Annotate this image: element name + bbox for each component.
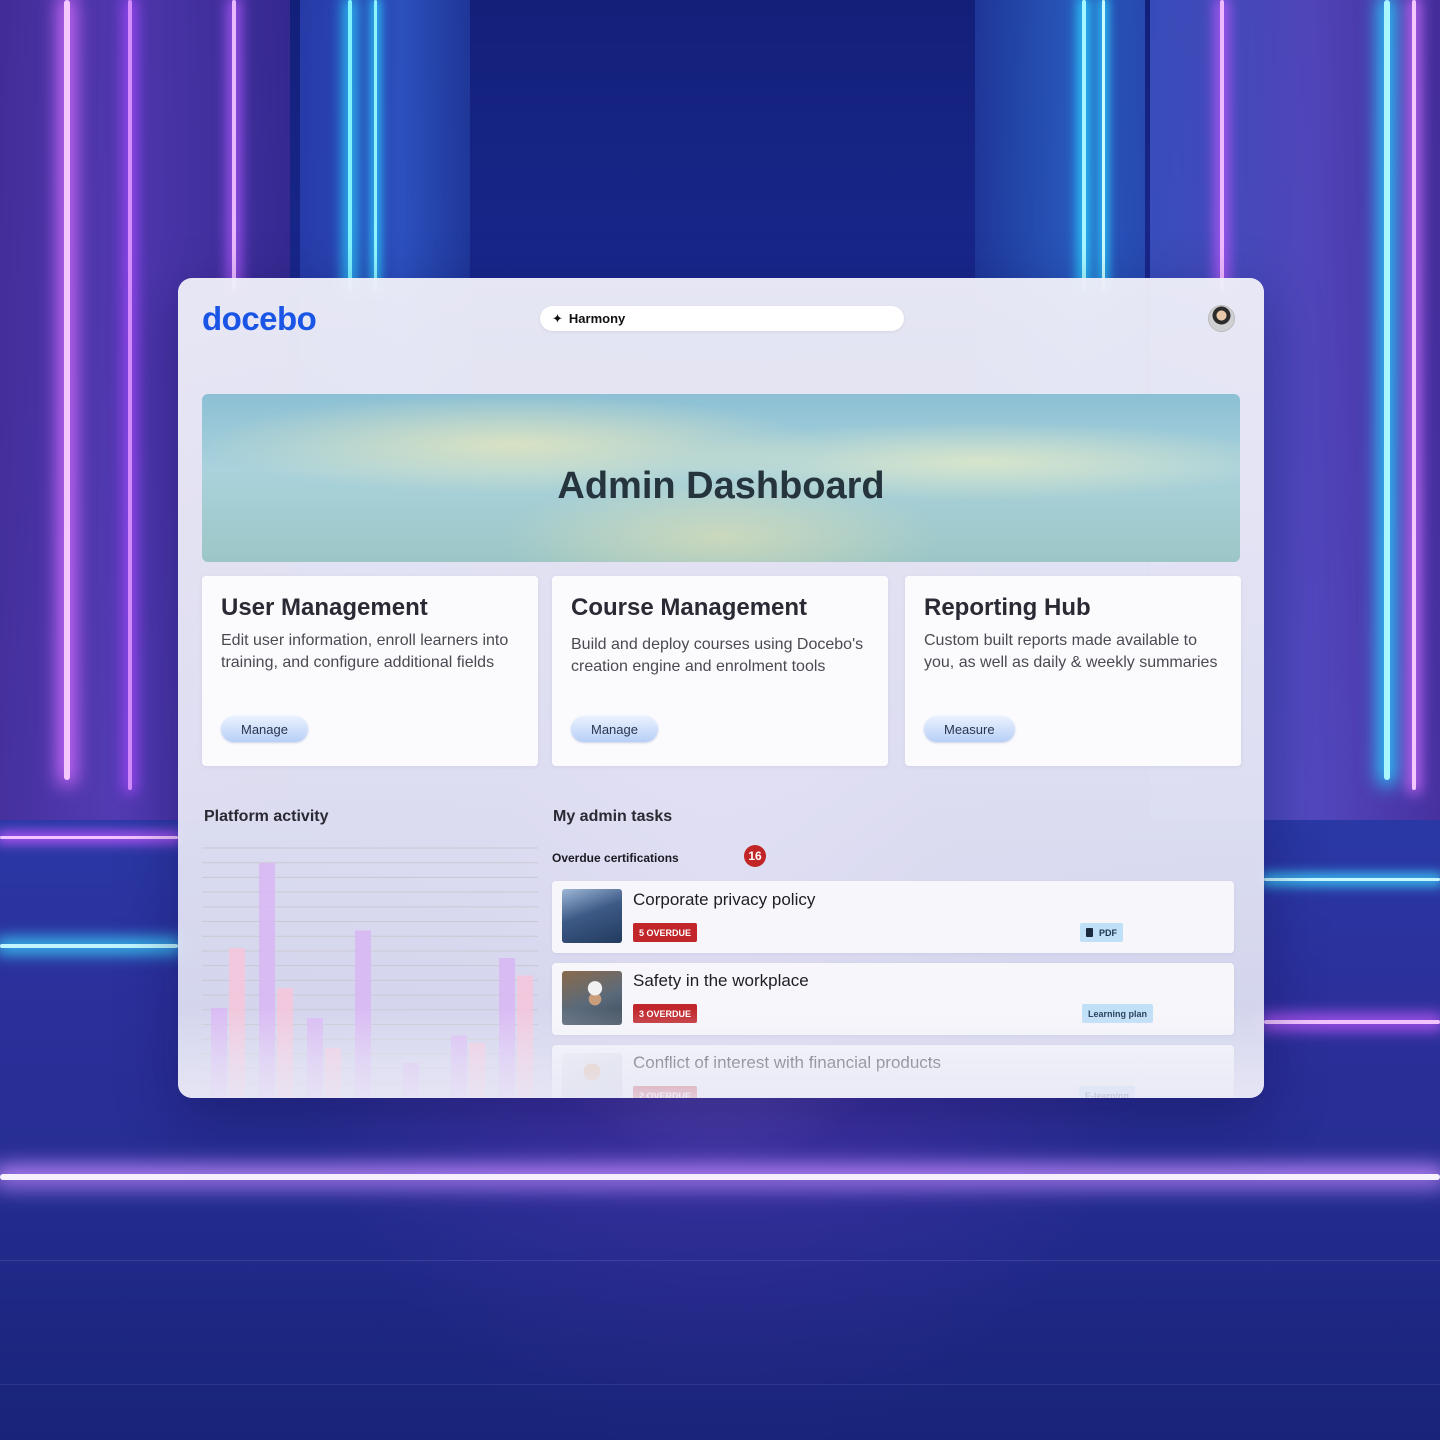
chart-bar	[403, 1063, 419, 1098]
worker-thumbnail	[562, 971, 622, 1025]
task-title: Conflict of interest with financial prod…	[633, 1053, 942, 1072]
platform-activity-chart	[202, 847, 538, 1098]
harmony-label: Harmony	[568, 311, 626, 326]
chart-bar	[517, 975, 533, 1098]
overdue-tag: 3 OVERDUE	[633, 1004, 698, 1023]
neon-line	[374, 0, 377, 290]
task-title: Corporate privacy policy	[633, 890, 816, 909]
document-icon	[1086, 928, 1093, 937]
chart-bar	[259, 863, 275, 1098]
card-title: Reporting Hub	[924, 594, 1091, 621]
task-title: Safety in the workplace	[633, 971, 809, 990]
sparkle-icon: ✦	[552, 310, 563, 326]
measure-button[interactable]: Measure	[924, 716, 1015, 742]
chart-bar	[325, 1048, 341, 1098]
manage-courses-button[interactable]: Manage	[571, 716, 658, 742]
harmony-search-bar[interactable]: ✦ Harmony	[540, 306, 904, 331]
user-avatar[interactable]	[1208, 305, 1235, 332]
neon-line	[1220, 0, 1224, 290]
card-description: Custom built reports made available to y…	[924, 632, 1218, 671]
card-description: Edit user information, enroll learners i…	[221, 632, 509, 671]
manage-users-button[interactable]: Manage	[221, 716, 308, 742]
chart-bar	[451, 1035, 467, 1098]
overdue-tag: 5 OVERDUE	[633, 923, 698, 942]
task-item[interactable]: Corporate privacy policy 5 OVERDUE PDF	[552, 881, 1234, 953]
reporting-hub-card: Reporting Hub Custom built reports made …	[905, 576, 1241, 766]
card-description: Build and deploy courses using Docebo's …	[571, 636, 864, 675]
neon-line	[1102, 0, 1105, 290]
task-item[interactable]: Conflict of interest with financial prod…	[552, 1045, 1234, 1098]
floor-neon	[0, 836, 178, 839]
course-management-card: Course Management Build and deploy cours…	[552, 576, 888, 766]
chart-bar	[469, 1043, 485, 1098]
neon-line	[232, 0, 236, 290]
overdue-certifications-label: Overdue certifications	[552, 851, 679, 865]
platform-activity-title: Platform activity	[204, 808, 329, 825]
admin-tasks-title: My admin tasks	[553, 808, 673, 825]
floor-neon	[1264, 878, 1440, 881]
neon-line	[128, 0, 132, 790]
neon-line	[348, 0, 352, 290]
chart-bar	[307, 1018, 323, 1098]
neon-line	[1384, 0, 1390, 780]
user-management-card: User Management Edit user information, e…	[202, 576, 538, 766]
type-tag: E-learning	[1079, 1086, 1136, 1098]
page-title: Admin Dashboard	[557, 464, 885, 507]
type-tag: Learning plan	[1082, 1004, 1154, 1023]
overdue-count-badge: 16	[744, 845, 766, 867]
app-window: docebo ✦ Harmony Admin Dashboard User Ma…	[178, 278, 1264, 1098]
neon-line	[64, 0, 70, 780]
chart-bar	[355, 930, 371, 1098]
floor-shade	[0, 1180, 1440, 1440]
building-thumbnail	[562, 889, 622, 943]
chart-bar	[211, 1008, 227, 1098]
type-tag-label: PDF	[1099, 927, 1117, 938]
chart-bar	[499, 958, 515, 1098]
card-title: Course Management	[571, 594, 808, 621]
neon-line	[1082, 0, 1086, 290]
person-thumbnail	[562, 1053, 622, 1098]
floor-neon	[1264, 1020, 1440, 1024]
type-tag: PDF	[1080, 923, 1123, 942]
neon-line	[1412, 0, 1416, 790]
task-item[interactable]: Safety in the workplace 3 OVERDUE Learni…	[552, 963, 1234, 1035]
docebo-logo[interactable]: docebo	[202, 300, 317, 338]
card-title: User Management	[221, 594, 428, 621]
chart-bar	[277, 988, 293, 1098]
floor-neon	[0, 944, 178, 948]
chart-bar	[229, 948, 245, 1098]
dashboard-banner: Admin Dashboard	[202, 394, 1240, 562]
overdue-tag: 2 OVERDUE	[633, 1086, 698, 1098]
